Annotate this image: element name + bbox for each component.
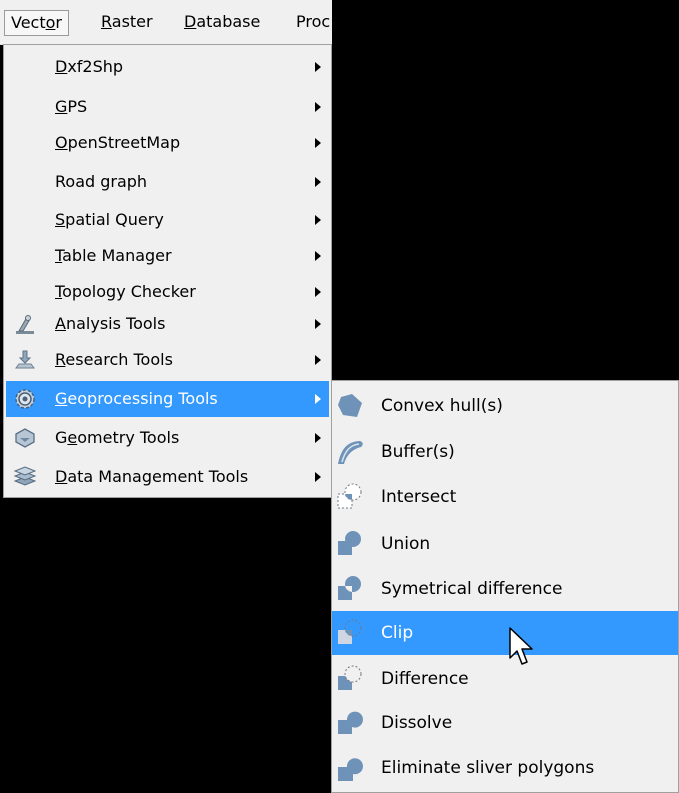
- submenu-arrow-icon: [315, 102, 321, 112]
- menu-mnemonic: D: [184, 12, 197, 31]
- menu-item-label: Difference: [381, 669, 469, 689]
- menu-item-convex-hull[interactable]: Convex hull(s): [332, 384, 678, 428]
- menu-database[interactable]: Database: [178, 10, 266, 36]
- submenu-arrow-icon: [315, 177, 321, 187]
- menu-item-intersect[interactable]: Intersect: [332, 475, 678, 519]
- submenu-arrow-icon: [315, 355, 321, 365]
- symetrical-difference-icon: [338, 576, 361, 600]
- submenu-arrow-icon: [315, 433, 321, 443]
- menu-mnemonic: o: [45, 13, 56, 32]
- submenu-arrow-icon: [315, 62, 321, 72]
- data-management-tools-icon: [13, 466, 37, 486]
- submenu-arrow-icon: [315, 472, 321, 482]
- menu-item-eliminate-sliver-polygons[interactable]: Eliminate sliver polygons: [332, 746, 678, 790]
- menu-item-gps[interactable]: GPS: [6, 89, 329, 125]
- menu-label-part: atabase: [196, 12, 261, 31]
- menu-item-difference[interactable]: Difference: [332, 657, 678, 701]
- submenu-arrow-icon: [315, 215, 321, 225]
- menu-label-part: r: [55, 13, 62, 32]
- menu-item-dxf2shp[interactable]: Dxf2Shp: [6, 49, 329, 85]
- clip-icon: [338, 619, 362, 644]
- menu-processing[interactable]: Proc: [290, 10, 332, 36]
- menu-item-geometry-tools[interactable]: Geometry Tools: [6, 420, 329, 456]
- menu-item-label: Buffer(s): [381, 442, 455, 462]
- mouse-cursor-icon: [509, 627, 533, 665]
- menu-mnemonic: R: [101, 12, 112, 31]
- menu-vector[interactable]: Vector: [4, 10, 69, 36]
- submenu-arrow-icon: [315, 319, 321, 329]
- convex-hull-icon: [338, 394, 362, 417]
- menu-item-label: OpenStreetMap: [55, 133, 181, 152]
- buffer-icon: [338, 441, 363, 464]
- menu-item-road-graph[interactable]: Road graph: [6, 164, 329, 200]
- menu-item-label: Dissolve: [381, 713, 453, 733]
- menu-item-label: Geoprocessing Tools: [55, 389, 218, 408]
- menu-item-label: Intersect: [381, 487, 457, 507]
- menu-item-label: Analysis Tools: [55, 314, 166, 333]
- menu-item-union[interactable]: Union: [332, 522, 678, 566]
- intersect-icon: [337, 483, 362, 509]
- analysis-tools-icon: [16, 315, 34, 334]
- menu-bar: Vector Raster Database Proc: [0, 0, 332, 45]
- dissolve-icon: [338, 711, 363, 734]
- menu-item-research-tools[interactable]: Research Tools: [6, 342, 329, 378]
- union-icon: [338, 531, 361, 555]
- menu-item-label: Geometry Tools: [55, 428, 180, 447]
- menu-item-label: Union: [381, 534, 431, 554]
- submenu-arrow-icon: [315, 394, 321, 404]
- menu-item-label: Clip: [381, 623, 414, 643]
- submenu-arrow-icon: [315, 138, 321, 148]
- menu-raster[interactable]: Raster: [95, 10, 159, 36]
- gear-icon: [15, 389, 35, 409]
- menu-item-label: Research Tools: [55, 350, 173, 369]
- menu-item-label: Topology Checker: [55, 282, 196, 301]
- menu-item-label: Table Manager: [55, 246, 172, 265]
- geometry-tools-icon: [15, 428, 35, 448]
- menu-label-part: Vect: [11, 13, 46, 32]
- menu-item-label: Convex hull(s): [381, 396, 503, 416]
- menu-item-label: Data Management Tools: [55, 467, 249, 486]
- menu-item-table-manager[interactable]: Table Manager: [6, 238, 329, 274]
- menu-item-symetrical-difference[interactable]: Symetrical difference: [332, 567, 678, 611]
- menu-item-dissolve[interactable]: Dissolve: [332, 701, 678, 745]
- difference-icon: [338, 665, 362, 690]
- vector-menu: Dxf2Shp GPS OpenStreetMap Road graph Spa…: [3, 44, 332, 498]
- submenu-arrow-icon: [315, 287, 321, 297]
- menu-item-label: Dxf2Shp: [55, 57, 124, 76]
- menu-item-buffer[interactable]: Buffer(s): [332, 430, 678, 474]
- menu-item-geoprocessing-tools[interactable]: Geoprocessing Tools: [6, 381, 329, 417]
- menu-item-openstreetmap[interactable]: OpenStreetMap: [6, 125, 329, 161]
- menu-item-clip[interactable]: Clip: [332, 611, 678, 655]
- menu-item-label: Eliminate sliver polygons: [381, 758, 595, 778]
- menu-item-label: GPS: [55, 97, 88, 116]
- eliminate-sliver-polygons-icon: [338, 758, 363, 781]
- menu-item-label: Road graph: [55, 172, 148, 191]
- geoprocessing-submenu: Convex hull(s) Buffer(s) Intersect Union…: [331, 380, 679, 793]
- menu-item-label: Spatial Query: [55, 210, 164, 229]
- menu-label-part: aster: [111, 12, 153, 31]
- menu-item-spatial-query[interactable]: Spatial Query: [6, 202, 329, 238]
- menu-label-part: Proc: [296, 12, 331, 31]
- menu-item-data-management-tools[interactable]: Data Management Tools: [6, 459, 329, 495]
- menu-item-analysis-tools[interactable]: Analysis Tools: [6, 306, 329, 342]
- research-tools-icon: [15, 350, 35, 369]
- submenu-arrow-icon: [315, 251, 321, 261]
- menu-item-topology-checker[interactable]: Topology Checker: [6, 274, 329, 310]
- menu-item-label: Symetrical difference: [381, 579, 563, 599]
